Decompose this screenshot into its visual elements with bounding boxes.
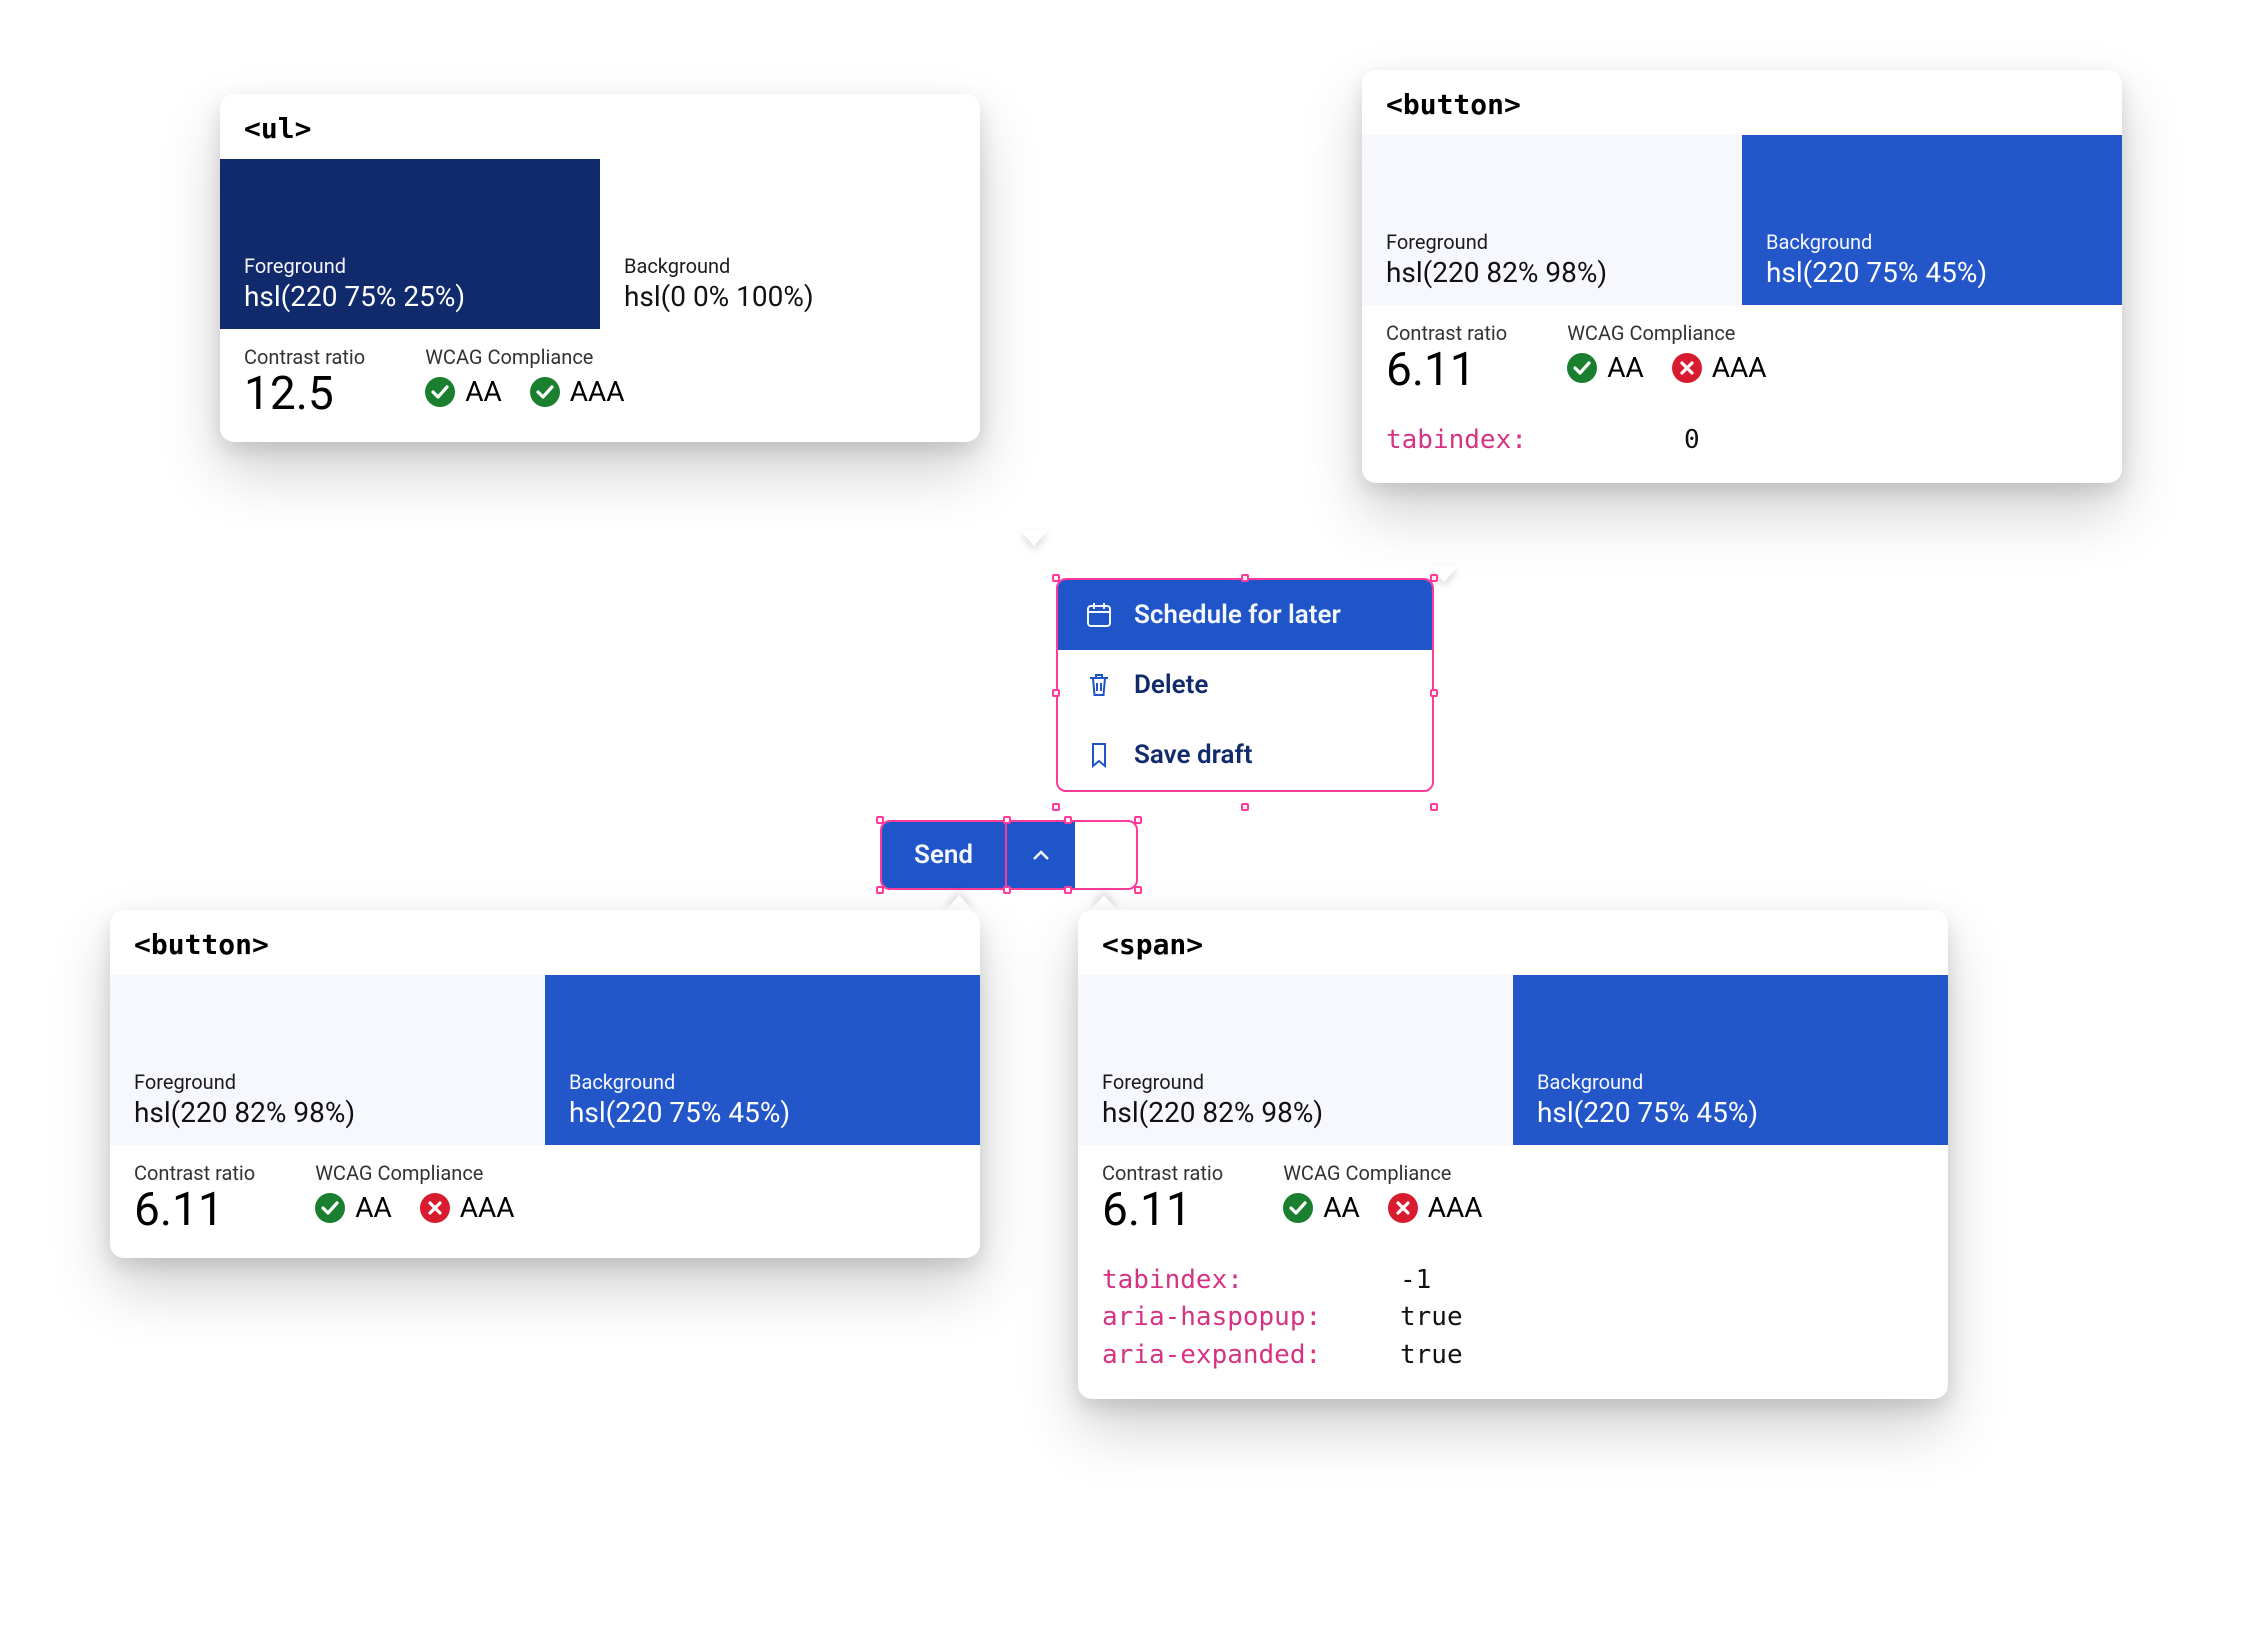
background-swatch: Background hsl(0 0% 100%) <box>600 159 980 329</box>
tag-label: <button> <box>1362 70 2122 135</box>
x-circle-icon <box>1388 1193 1418 1223</box>
wcag-compliance: WCAG Compliance AA AAA <box>1283 1161 1482 1224</box>
swatch-label: Foreground <box>244 254 576 278</box>
selection-handle-icon[interactable] <box>1052 574 1060 582</box>
swatch-value: hsl(220 82% 98%) <box>1386 256 1718 289</box>
check-circle-icon <box>1283 1193 1313 1223</box>
check-circle-icon <box>1567 353 1597 383</box>
wcag-compliance: WCAG Compliance AA AAA <box>315 1161 514 1224</box>
wcag-aaa-badge: AAA <box>530 375 625 408</box>
wcag-aaa-badge: AAA <box>420 1191 515 1224</box>
swatch-label: Foreground <box>1386 230 1718 254</box>
selection-handle-icon[interactable] <box>1052 689 1060 697</box>
selection-handle-icon[interactable] <box>876 886 884 894</box>
swatch-value: hsl(220 75% 25%) <box>244 280 576 313</box>
swatch-value: hsl(220 82% 98%) <box>134 1096 521 1129</box>
x-circle-icon <box>1672 353 1702 383</box>
inspect-card-ul: <ul> Foreground hsl(220 75% 25%) Backgro… <box>220 94 980 442</box>
wcag-aa-badge: AA <box>1567 351 1644 384</box>
background-swatch: Background hsl(220 75% 45%) <box>545 975 980 1145</box>
trash-icon <box>1084 670 1114 700</box>
selection-handle-icon[interactable] <box>1064 816 1072 824</box>
callout-arrow-icon <box>945 895 973 911</box>
swatch-value: hsl(220 75% 45%) <box>1537 1096 1924 1129</box>
swatch-label: Foreground <box>1102 1070 1489 1094</box>
selection-handle-icon[interactable] <box>1430 803 1438 811</box>
inspect-card-button-top: <button> Foreground hsl(220 82% 98%) Bac… <box>1362 70 2122 483</box>
swatch-label: Background <box>1537 1070 1924 1094</box>
swatch-label: Background <box>624 254 956 278</box>
swatch-label: Foreground <box>134 1070 521 1094</box>
swatch-value: hsl(220 75% 45%) <box>569 1096 956 1129</box>
background-swatch: Background hsl(220 75% 45%) <box>1513 975 1948 1145</box>
wcag-aa-badge: AA <box>315 1191 392 1224</box>
selection-handle-icon[interactable] <box>1064 886 1072 894</box>
background-swatch: Background hsl(220 75% 45%) <box>1742 135 2122 305</box>
foreground-swatch: Foreground hsl(220 82% 98%) <box>1362 135 1742 305</box>
check-circle-icon <box>315 1193 345 1223</box>
foreground-swatch: Foreground hsl(220 82% 98%) <box>1078 975 1513 1145</box>
check-circle-icon <box>530 377 560 407</box>
selection-handle-icon[interactable] <box>1003 816 1011 824</box>
selection-handle-icon[interactable] <box>1134 816 1142 824</box>
menu-item-delete[interactable]: Delete <box>1058 650 1432 720</box>
calendar-icon <box>1084 600 1114 630</box>
send-button[interactable]: Send <box>882 822 1005 888</box>
contrast-ratio: Contrast ratio 6.11 <box>134 1161 255 1236</box>
selection-handle-icon[interactable] <box>876 816 884 824</box>
menu-item-schedule[interactable]: Schedule for later <box>1058 580 1432 650</box>
selection-handle-icon[interactable] <box>1430 689 1438 697</box>
swatch-value: hsl(220 82% 98%) <box>1102 1096 1489 1129</box>
split-button: Send <box>880 820 1138 890</box>
foreground-swatch: Foreground hsl(220 75% 25%) <box>220 159 600 329</box>
contrast-ratio: Contrast ratio 6.11 <box>1386 321 1507 396</box>
inspect-card-button-bottom: <button> Foreground hsl(220 82% 98%) Bac… <box>110 910 980 1258</box>
selection-handle-icon[interactable] <box>1134 886 1142 894</box>
tag-label: <button> <box>110 910 980 975</box>
swatch-label: Background <box>1766 230 2098 254</box>
selection-handle-icon[interactable] <box>1241 803 1249 811</box>
aria-attributes: tabindex: 0 <box>1362 418 2122 484</box>
foreground-swatch: Foreground hsl(220 82% 98%) <box>110 975 545 1145</box>
contrast-ratio: Contrast ratio 12.5 <box>244 345 365 420</box>
tag-label: <ul> <box>220 94 980 159</box>
callout-arrow-icon <box>1020 530 1048 546</box>
contrast-ratio: Contrast ratio 6.11 <box>1102 1161 1223 1236</box>
check-circle-icon <box>425 377 455 407</box>
dropdown-toggle[interactable] <box>1005 822 1075 888</box>
swatch-label: Background <box>569 1070 956 1094</box>
selection-handle-icon[interactable] <box>1052 803 1060 811</box>
wcag-aa-badge: AA <box>425 375 502 408</box>
aria-attributes: tabindex: -1 aria-haspopup: true aria-ex… <box>1078 1258 1948 1399</box>
chevron-up-icon <box>1029 843 1053 867</box>
wcag-aa-badge: AA <box>1283 1191 1360 1224</box>
dropdown-menu[interactable]: Schedule for later Delete Save draft <box>1056 578 1434 792</box>
wcag-aaa-badge: AAA <box>1388 1191 1483 1224</box>
x-circle-icon <box>420 1193 450 1223</box>
swatch-value: hsl(220 75% 45%) <box>1766 256 2098 289</box>
selection-handle-icon[interactable] <box>1241 574 1249 582</box>
wcag-compliance: WCAG Compliance AA AAA <box>425 345 624 408</box>
menu-item-save-draft[interactable]: Save draft <box>1058 720 1432 790</box>
swatch-value: hsl(0 0% 100%) <box>624 280 956 313</box>
wcag-aaa-badge: AAA <box>1672 351 1767 384</box>
wcag-compliance: WCAG Compliance AA AAA <box>1567 321 1766 384</box>
selection-handle-icon[interactable] <box>1430 574 1438 582</box>
selection-handle-icon[interactable] <box>1003 886 1011 894</box>
bookmark-icon <box>1084 740 1114 770</box>
callout-arrow-icon <box>1090 895 1118 911</box>
tag-label: <span> <box>1078 910 1948 975</box>
inspect-card-span: <span> Foreground hsl(220 82% 98%) Backg… <box>1078 910 1948 1399</box>
